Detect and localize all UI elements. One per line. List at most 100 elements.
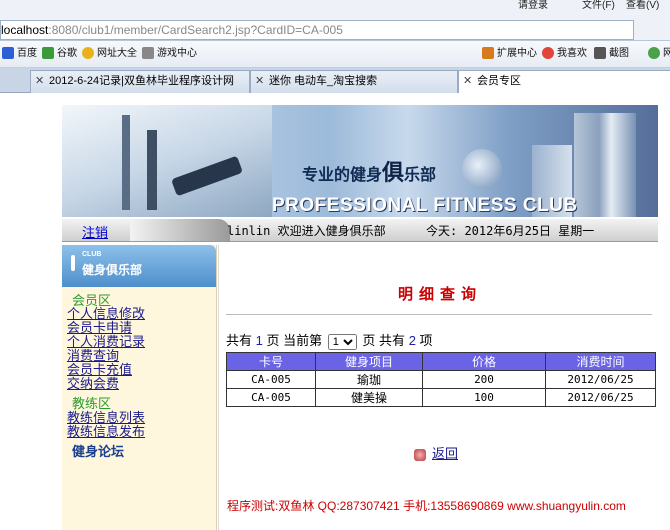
- pager-text: 页: [266, 333, 280, 348]
- favorite-site-nav[interactable]: 网址大全: [82, 47, 137, 61]
- tool-label: 我喜欢: [557, 48, 587, 59]
- url-path: :8080/club1/member/CardSearch2.jsp?CardI…: [48, 23, 343, 37]
- table-row: CA-005 瑜珈 200 2012/06/25: [226, 370, 656, 389]
- cell-project: 健美操: [315, 388, 423, 407]
- sidebar-club-label: CLUB: [82, 251, 102, 258]
- col-price: 价格: [422, 352, 546, 371]
- tab-label: 会员专区: [477, 75, 521, 87]
- pager-text: 共有: [379, 333, 406, 348]
- slogan-big: 俱: [382, 160, 405, 185]
- close-icon[interactable]: ✕: [463, 71, 472, 91]
- sidebar-item-profile[interactable]: 个人信息修改: [67, 307, 145, 321]
- cell-price: 100: [422, 388, 546, 407]
- banner-title: PROFESSIONAL FITNESS CLUB: [272, 195, 578, 216]
- col-card-id: 卡号: [226, 352, 316, 371]
- google-icon: [42, 47, 54, 60]
- gym-photo: [62, 105, 272, 217]
- sidebar-item-fee[interactable]: 交纳会费: [67, 377, 119, 391]
- screenshot-button[interactable]: 截图: [594, 47, 629, 61]
- sidebar-item-coach-publish[interactable]: 教练信息发布: [67, 425, 145, 439]
- header-banner: 专业的健身俱乐部 PROFESSIONAL FITNESS CLUB: [62, 105, 658, 217]
- gamepad-icon: [142, 47, 154, 60]
- welcome-text: linlin 欢迎进入健身俱乐部: [227, 224, 386, 238]
- cell-card-id: CA-005: [226, 370, 316, 389]
- sidebar-header: CLUB 健身俱乐部: [62, 245, 216, 287]
- favorites-bar: 百度 谷歌 网址大全 游戏中心 扩展中心 我喜欢 截图 网: [0, 41, 670, 68]
- favorite-google[interactable]: 谷歌: [42, 47, 77, 61]
- favorite-label: 游戏中心: [157, 48, 197, 59]
- back-area: 返回: [414, 443, 458, 462]
- title-divider: [226, 314, 652, 315]
- sidebar-heading: 健身俱乐部: [82, 263, 143, 277]
- page-title: 明细查询: [398, 286, 483, 303]
- tool-label: 扩展中心: [497, 48, 537, 59]
- pager-text: 项: [419, 333, 433, 348]
- pagination-info: 共有 1 页 当前第 1 页 共有 2 项: [226, 330, 433, 350]
- footer-text: 程序测试:双鱼林 QQ:287307421 手机:13558690869 www…: [227, 499, 626, 513]
- extensions-button[interactable]: 扩展中心: [482, 47, 537, 61]
- sidebar-item-coach-list[interactable]: 教练信息列表: [67, 411, 145, 425]
- tab-strip: ✕ 2012-6-24记录|双鱼林毕业程序设计网 ✕ 迷你 电动车_淘宝搜索 ✕…: [0, 68, 670, 93]
- sidebar-item-consume-record[interactable]: 个人消费记录: [67, 335, 145, 349]
- slogan-part: 专业的健身: [302, 167, 383, 184]
- file-menu[interactable]: 文件(F): [582, 0, 615, 12]
- sidebar-item-consume-query[interactable]: 消费查询: [67, 349, 119, 363]
- web-button[interactable]: 网: [648, 47, 670, 61]
- pager-text: 共有: [226, 333, 253, 348]
- close-icon[interactable]: ✕: [35, 71, 44, 91]
- pager-text: 当前第: [283, 333, 323, 348]
- tab-member[interactable]: ✕ 会员专区: [458, 70, 670, 93]
- col-time: 消费时间: [545, 352, 656, 371]
- like-button[interactable]: 我喜欢: [542, 47, 587, 61]
- date-text: 今天: 2012年6月25日 星期一: [426, 224, 595, 238]
- col-project: 健身项目: [315, 352, 423, 371]
- navbar-decoration: [130, 219, 230, 241]
- baidu-icon: [2, 47, 14, 60]
- tool-label: 网: [663, 48, 670, 59]
- sidebar: CLUB 健身俱乐部 会员区 个人信息修改 会员卡申请 个人消费记录 消费查询 …: [62, 245, 217, 530]
- gym-bar: [147, 130, 157, 210]
- tab-label: 2012-6-24记录|双鱼林毕业程序设计网: [49, 75, 235, 87]
- tab-label: 迷你 电动车_淘宝搜索: [269, 75, 378, 87]
- pager-text: 页: [362, 333, 376, 348]
- cell-price: 200: [422, 370, 546, 389]
- login-link[interactable]: 请登录: [518, 0, 548, 12]
- tab-record[interactable]: ✕ 2012-6-24记录|双鱼林毕业程序设计网: [30, 70, 250, 93]
- globe-icon: [82, 47, 94, 60]
- cell-time: 2012/06/25: [545, 370, 656, 389]
- globe-graphic: [462, 149, 502, 189]
- view-menu[interactable]: 查看(V): [626, 0, 659, 12]
- slogan-part: 乐部: [404, 167, 437, 184]
- tab-taobao[interactable]: ✕ 迷你 电动车_淘宝搜索: [250, 70, 458, 93]
- table-row: CA-005 健美操 100 2012/06/25: [226, 388, 656, 407]
- favorite-label: 百度: [17, 48, 37, 59]
- back-link[interactable]: 返回: [432, 446, 458, 461]
- logout-link[interactable]: 注销: [82, 222, 108, 241]
- url-host: localhost: [1, 23, 49, 37]
- back-icon: [414, 448, 426, 461]
- building-graphic: [574, 113, 636, 217]
- page-select[interactable]: 1: [327, 333, 357, 350]
- sidebar-marker-icon: [71, 255, 75, 271]
- web-icon: [648, 47, 660, 60]
- column-divider: [218, 245, 219, 530]
- cell-time: 2012/06/25: [545, 388, 656, 407]
- sidebar-item-forum[interactable]: 健身论坛: [72, 441, 124, 460]
- banner-slogan: 专业的健身俱乐部: [302, 155, 436, 187]
- consumption-table: 卡号 健身项目 价格 消费时间 CA-005 瑜珈 200 2012/06/25…: [226, 352, 656, 407]
- gym-bar: [122, 115, 130, 210]
- page-content: 专业的健身俱乐部 PROFESSIONAL FITNESS CLUB 注销 li…: [0, 93, 670, 530]
- close-icon[interactable]: ✕: [255, 71, 264, 91]
- favorite-label: 谷歌: [57, 48, 77, 59]
- favorite-games[interactable]: 游戏中心: [142, 47, 197, 61]
- tool-label: 截图: [609, 48, 629, 59]
- cell-card-id: CA-005: [226, 388, 316, 407]
- cell-project: 瑜珈: [315, 370, 423, 389]
- favorite-label: 网址大全: [97, 48, 137, 59]
- favorite-baidu[interactable]: 百度: [2, 47, 37, 61]
- sidebar-item-recharge[interactable]: 会员卡充值: [67, 363, 132, 377]
- sidebar-item-card-apply[interactable]: 会员卡申请: [67, 321, 132, 335]
- heart-icon: [542, 47, 554, 60]
- scissors-icon: [594, 47, 606, 60]
- url-input[interactable]: localhost:8080/club1/member/CardSearch2.…: [0, 20, 634, 40]
